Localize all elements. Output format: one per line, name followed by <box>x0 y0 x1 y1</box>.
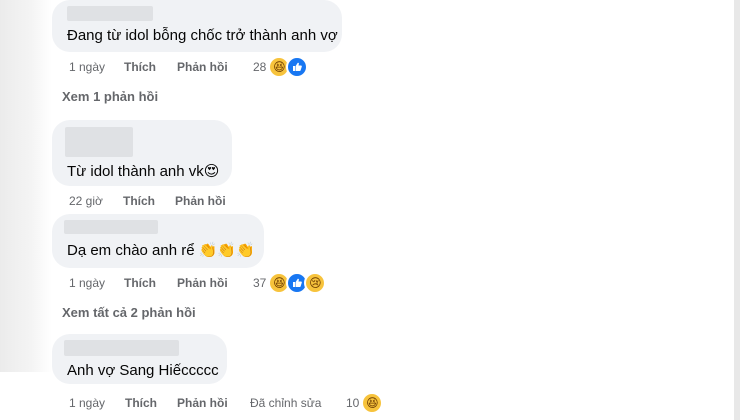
reply-button[interactable]: Phản hồi <box>175 194 226 208</box>
comment-time[interactable]: 22 giờ <box>69 194 103 208</box>
like-button[interactable]: Thích <box>125 396 157 410</box>
clapping-hands-emoji: 👏👏👏 <box>198 242 255 259</box>
like-button[interactable]: Thích <box>124 60 156 74</box>
reaction-count: 28 <box>253 60 267 74</box>
window-edge <box>734 0 740 420</box>
reply-button[interactable]: Phản hồi <box>177 276 228 290</box>
sad-icon: 😢 <box>304 272 327 294</box>
redacted-username[interactable] <box>67 6 153 21</box>
comment-text: Anh vợ Sang Hiếccccc <box>67 362 219 379</box>
comment-text: Đang từ idol bỗng chốc trở thành anh vợ <box>67 27 338 44</box>
like-button[interactable]: Thích <box>123 194 155 208</box>
comment-time[interactable]: 1 ngày <box>69 396 105 410</box>
comment-text: Từ idol thành anh vk😍 <box>67 163 219 181</box>
haha-icon: 😆 <box>361 392 384 414</box>
like-button[interactable]: Thích <box>124 276 156 290</box>
reaction-summary[interactable]: 10 😆 <box>346 392 384 414</box>
redacted-username[interactable] <box>65 127 133 157</box>
redacted-username[interactable] <box>64 220 158 234</box>
heart-eyes-emoji: 😍 <box>203 163 220 180</box>
like-icon <box>286 56 309 78</box>
view-replies-link[interactable]: Xem 1 phản hồi <box>62 89 158 104</box>
reaction-summary[interactable]: 37 😆 😢 <box>253 272 327 294</box>
reply-button[interactable]: Phản hồi <box>177 396 228 410</box>
comment-text: Dạ em chào anh rể 👏👏👏 <box>67 242 255 260</box>
redacted-username[interactable] <box>64 340 179 356</box>
comment-text-content: Dạ em chào anh rể <box>67 242 195 259</box>
background-blur-strip <box>0 0 52 372</box>
comment-time[interactable]: 1 ngày <box>69 276 105 290</box>
reaction-summary[interactable]: 28 😆 <box>253 56 309 78</box>
view-replies-link[interactable]: Xem tất cả 2 phản hồi <box>62 305 196 320</box>
comment-text-content: Từ idol thành anh vk <box>67 163 204 180</box>
comment-time[interactable]: 1 ngày <box>69 60 105 74</box>
edited-label[interactable]: Đã chỉnh sửa <box>250 396 321 410</box>
reaction-count: 10 <box>346 396 360 410</box>
reaction-count: 37 <box>253 276 267 290</box>
reply-button[interactable]: Phản hồi <box>177 60 228 74</box>
